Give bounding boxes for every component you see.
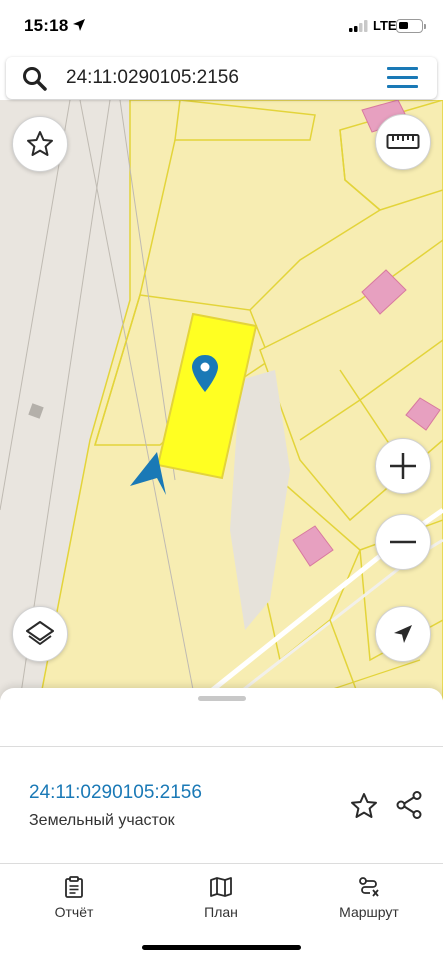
map-canvas[interactable] <box>0 100 443 700</box>
home-indicator[interactable] <box>142 945 301 950</box>
share-icon[interactable] <box>393 789 425 821</box>
route-icon <box>359 877 379 897</box>
menu-icon[interactable] <box>387 67 419 89</box>
divider <box>0 863 443 864</box>
search-bar <box>6 57 437 99</box>
battery-icon <box>396 19 423 33</box>
layers-button[interactable] <box>12 606 68 662</box>
star-icon[interactable] <box>349 791 379 821</box>
location-arrow-icon <box>73 19 85 31</box>
layers-icon <box>26 621 54 645</box>
status-bar: 15:18 LTE <box>0 0 443 52</box>
bottom-sheet[interactable]: 24:11:0290105:2156 Земельный участок Отч… <box>0 688 443 960</box>
result-cadastral-number[interactable]: 24:11:0290105:2156 <box>29 782 202 804</box>
battery-tip <box>424 24 426 29</box>
map-icon <box>210 877 232 897</box>
tab-route[interactable]: Маршрут <box>309 876 429 920</box>
plus-icon <box>390 453 416 479</box>
result-object-type: Земельный участок <box>29 812 175 829</box>
tab-report-label: Отчёт <box>54 904 94 920</box>
minus-icon <box>390 540 416 544</box>
tab-route-label: Маршрут <box>339 904 399 920</box>
star-icon <box>27 131 53 156</box>
favorite-button[interactable] <box>12 116 68 172</box>
network-type: LTE <box>373 18 397 33</box>
zoom-out-button[interactable] <box>375 514 431 570</box>
ruler-icon <box>386 134 420 149</box>
search-input[interactable] <box>66 65 366 91</box>
my-location-button[interactable] <box>375 606 431 662</box>
cadastral-map[interactable] <box>0 100 443 700</box>
divider <box>0 746 443 747</box>
status-time: 15:18 <box>24 16 69 35</box>
ruler-button[interactable] <box>375 114 431 170</box>
tab-plan-label: План <box>204 904 238 920</box>
search-icon[interactable] <box>22 66 48 92</box>
zoom-in-button[interactable] <box>375 438 431 494</box>
sheet-grabber[interactable] <box>198 696 246 701</box>
navigation-arrow-icon <box>394 625 412 643</box>
tab-report[interactable]: Отчёт <box>14 876 134 920</box>
report-icon <box>65 876 83 898</box>
tab-plan[interactable]: План <box>161 876 281 920</box>
signal-icon <box>349 20 368 32</box>
